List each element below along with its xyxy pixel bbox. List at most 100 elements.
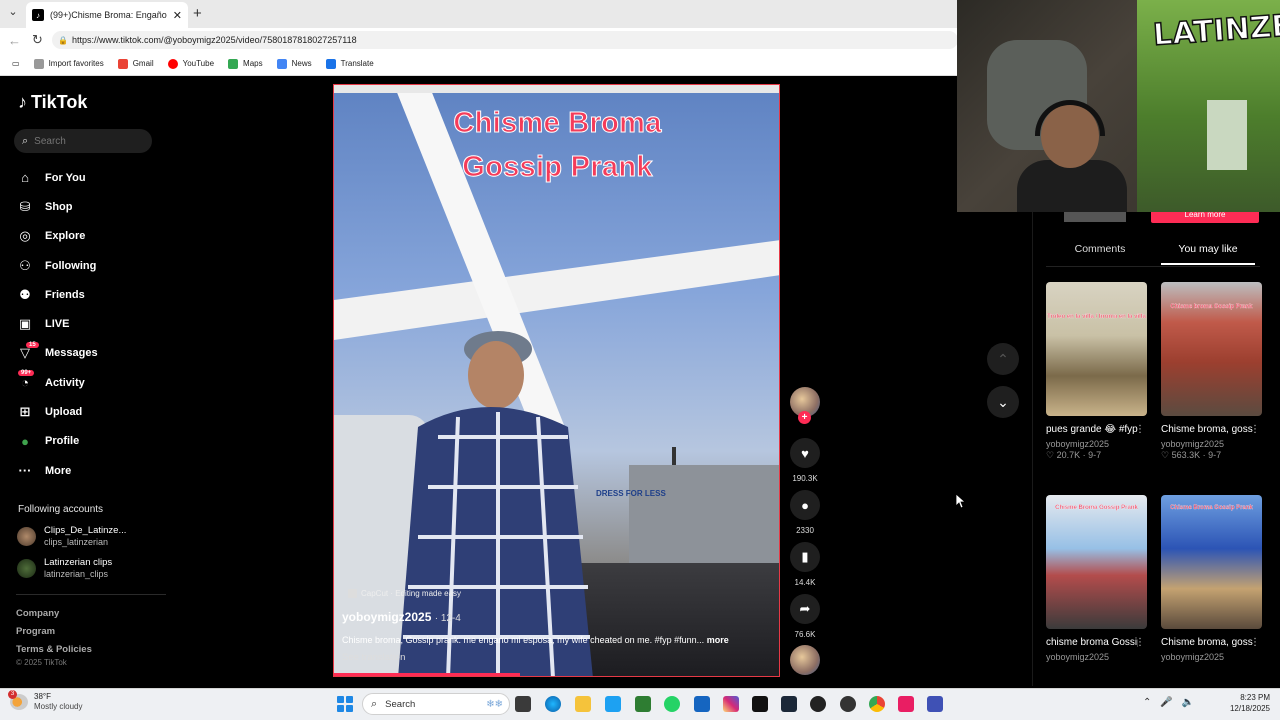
chrome-icon[interactable]: [869, 696, 885, 712]
tiktok-studio-icon[interactable]: [898, 696, 914, 712]
copyright: © 2025 TikTok: [16, 658, 67, 667]
bookmark-news[interactable]: News: [276, 58, 312, 69]
author-name[interactable]: yoboymigz2025: [342, 610, 431, 624]
sidebar-item-following[interactable]: ⚇ Following: [16, 251, 166, 280]
more-options-icon[interactable]: ⋮: [1250, 637, 1260, 648]
search-box[interactable]: ⌕: [14, 129, 152, 153]
video-progress-bar[interactable]: [334, 673, 521, 676]
video-thumbnail[interactable]: Chisme broma Gossip Prank: [1161, 282, 1262, 416]
browser-tab[interactable]: ♪ (99+)Chisme Broma: Engaño entre ✕: [26, 2, 188, 28]
sidebar-toggle-icon[interactable]: ▭: [12, 59, 20, 68]
footer-link-program[interactable]: Program: [16, 623, 92, 641]
card-author[interactable]: yoboymigz2025: [1161, 439, 1262, 449]
bookmark-translate[interactable]: Translate: [325, 58, 374, 69]
new-tab-button[interactable]: +: [193, 5, 202, 22]
sidebar-item-for-you[interactable]: ⌂ For You: [16, 163, 166, 192]
like-action[interactable]: ♥ 190.3K: [790, 438, 820, 483]
card-author[interactable]: yoboymigz2025: [1046, 439, 1147, 449]
more-options-icon[interactable]: ⋮: [1135, 424, 1145, 435]
xbox-icon[interactable]: [635, 696, 651, 712]
bookmark-maps[interactable]: Maps: [228, 58, 263, 69]
close-tab-icon[interactable]: ✕: [173, 9, 182, 22]
start-button[interactable]: [337, 696, 353, 712]
task-view-icon[interactable]: [515, 696, 531, 712]
bookmark-import-favorites[interactable]: Import favorites: [33, 58, 104, 69]
footer-link-company[interactable]: Company: [16, 605, 92, 623]
comment-action[interactable]: ● 2330: [790, 490, 820, 535]
learn-more-button[interactable]: Learn more: [1151, 212, 1259, 223]
instagram-icon[interactable]: [723, 696, 739, 712]
obs-icon[interactable]: [810, 696, 826, 712]
tiktok-app-icon[interactable]: [752, 696, 768, 712]
next-video-button[interactable]: ⌄: [987, 386, 1019, 418]
weather-widget[interactable]: 3 38°F Mostly cloudy: [8, 690, 82, 712]
video-thumbnail[interactable]: Troleo en la villa / broma en la villa: [1046, 282, 1147, 416]
url-text: https://www.tiktok.com/@yoboymigz2025/vi…: [71, 35, 357, 45]
video-thumbnail[interactable]: Chisme Broma Gossip Prank: [1161, 495, 1262, 629]
follow-plus-icon[interactable]: +: [798, 411, 811, 424]
share-icon[interactable]: ➦: [790, 594, 820, 624]
footer-link-terms[interactable]: Terms & Policies: [16, 641, 92, 659]
following-account[interactable]: Clips_De_Latinze... clips_latinzerian: [17, 525, 126, 548]
heart-icon[interactable]: ♥: [790, 438, 820, 468]
comment-count: 2330: [796, 526, 814, 535]
shop-icon: ⛁: [19, 198, 31, 214]
sidebar-item-live[interactable]: ▣ LIVE: [16, 309, 166, 338]
reload-icon[interactable]: ↻: [32, 32, 43, 48]
recommended-video-card[interactable]: Chisme broma Gossip Prank Chisme broma, …: [1161, 282, 1262, 461]
capture-app-icon[interactable]: [840, 696, 856, 712]
video-player[interactable]: DRESS FOR LESS Chisme Broma Gossip Prank…: [333, 84, 780, 677]
sidebar-item-activity[interactable]: ◔ Activity 99+: [16, 368, 166, 397]
tab-list-button[interactable]: ⌄: [4, 5, 22, 23]
store-icon[interactable]: [694, 696, 710, 712]
sidebar-item-profile[interactable]: ● Profile: [16, 427, 166, 456]
account-handle: latinzerian_clips: [44, 569, 109, 579]
recommended-video-card[interactable]: Chisme Broma Gossip Prank chisme broma G…: [1046, 495, 1147, 662]
sidebar-item-explore[interactable]: ◎ Explore: [16, 222, 166, 251]
video-thumbnail[interactable]: Chisme Broma Gossip Prank: [1046, 495, 1147, 629]
bookmark-gmail[interactable]: Gmail: [117, 58, 154, 69]
capcut-tag[interactable]: CapCut · Editing made easy: [348, 589, 461, 598]
taskbar-search[interactable]: ⌕ Search ❄❄: [362, 693, 510, 715]
twitter-icon[interactable]: [605, 696, 621, 712]
steam-icon[interactable]: [781, 696, 797, 712]
sidebar-item-more[interactable]: ··· More: [16, 456, 166, 485]
search-input[interactable]: [34, 135, 135, 147]
comment-icon[interactable]: ●: [790, 490, 820, 520]
sidebar-item-messages[interactable]: ▽ Messages 15: [16, 339, 166, 368]
sidebar-item-upload[interactable]: ⊞ Upload: [16, 397, 166, 426]
url-field[interactable]: 🔒 https://www.tiktok.com/@yoboymigz2025/…: [52, 31, 958, 49]
previous-video-button[interactable]: ⌃: [987, 343, 1019, 375]
bookmark-icon[interactable]: ▮: [790, 542, 820, 572]
tab-comments[interactable]: Comments: [1046, 243, 1154, 265]
card-author[interactable]: yoboymigz2025: [1161, 652, 1262, 662]
lock-icon: 🔒: [58, 35, 68, 45]
bookmark-youtube[interactable]: YouTube: [167, 58, 214, 69]
messenger-icon[interactable]: [927, 696, 943, 712]
back-arrow-icon[interactable]: ←: [8, 33, 21, 48]
recommended-video-card[interactable]: Troleo en la villa / broma en la villa p…: [1046, 282, 1147, 461]
file-explorer-icon[interactable]: [575, 696, 591, 712]
sidebar-item-friends[interactable]: ⚉ Friends: [16, 280, 166, 309]
more-options-icon[interactable]: ⋮: [1135, 637, 1145, 648]
share-action[interactable]: ➦ 76.6K: [790, 594, 820, 639]
ad-thumbnail[interactable]: [1064, 212, 1126, 222]
weather-icon: 3: [8, 690, 28, 710]
clock[interactable]: 8:23 PM 12/18/2025: [1228, 692, 1270, 714]
sidebar-item-shop[interactable]: ⛁ Shop: [16, 192, 166, 221]
whatsapp-icon[interactable]: [664, 696, 680, 712]
more-link[interactable]: more: [707, 635, 729, 645]
tiktok-logo[interactable]: ♪ TikTok: [18, 92, 87, 113]
save-action[interactable]: ▮ 14.4K: [790, 542, 820, 587]
more-options-icon[interactable]: ⋮: [1250, 424, 1260, 435]
recommended-video-card[interactable]: Chisme Broma Gossip Prank Chisme broma, …: [1161, 495, 1262, 662]
following-account[interactable]: Latinzerian clips latinzerian_clips: [17, 557, 112, 580]
see-translation-link[interactable]: See translation: [342, 652, 405, 663]
card-author[interactable]: yoboymigz2025: [1046, 652, 1147, 662]
music-disc-avatar[interactable]: [790, 645, 820, 675]
edge-browser-icon[interactable]: [545, 696, 561, 712]
video-author[interactable]: yoboymigz2025 · 12-4: [342, 610, 461, 624]
tab-you-may-like[interactable]: You may like: [1161, 243, 1255, 265]
search-icon: ⌕: [22, 134, 29, 147]
system-tray[interactable]: ⌃🎤🔈: [1143, 697, 1203, 708]
